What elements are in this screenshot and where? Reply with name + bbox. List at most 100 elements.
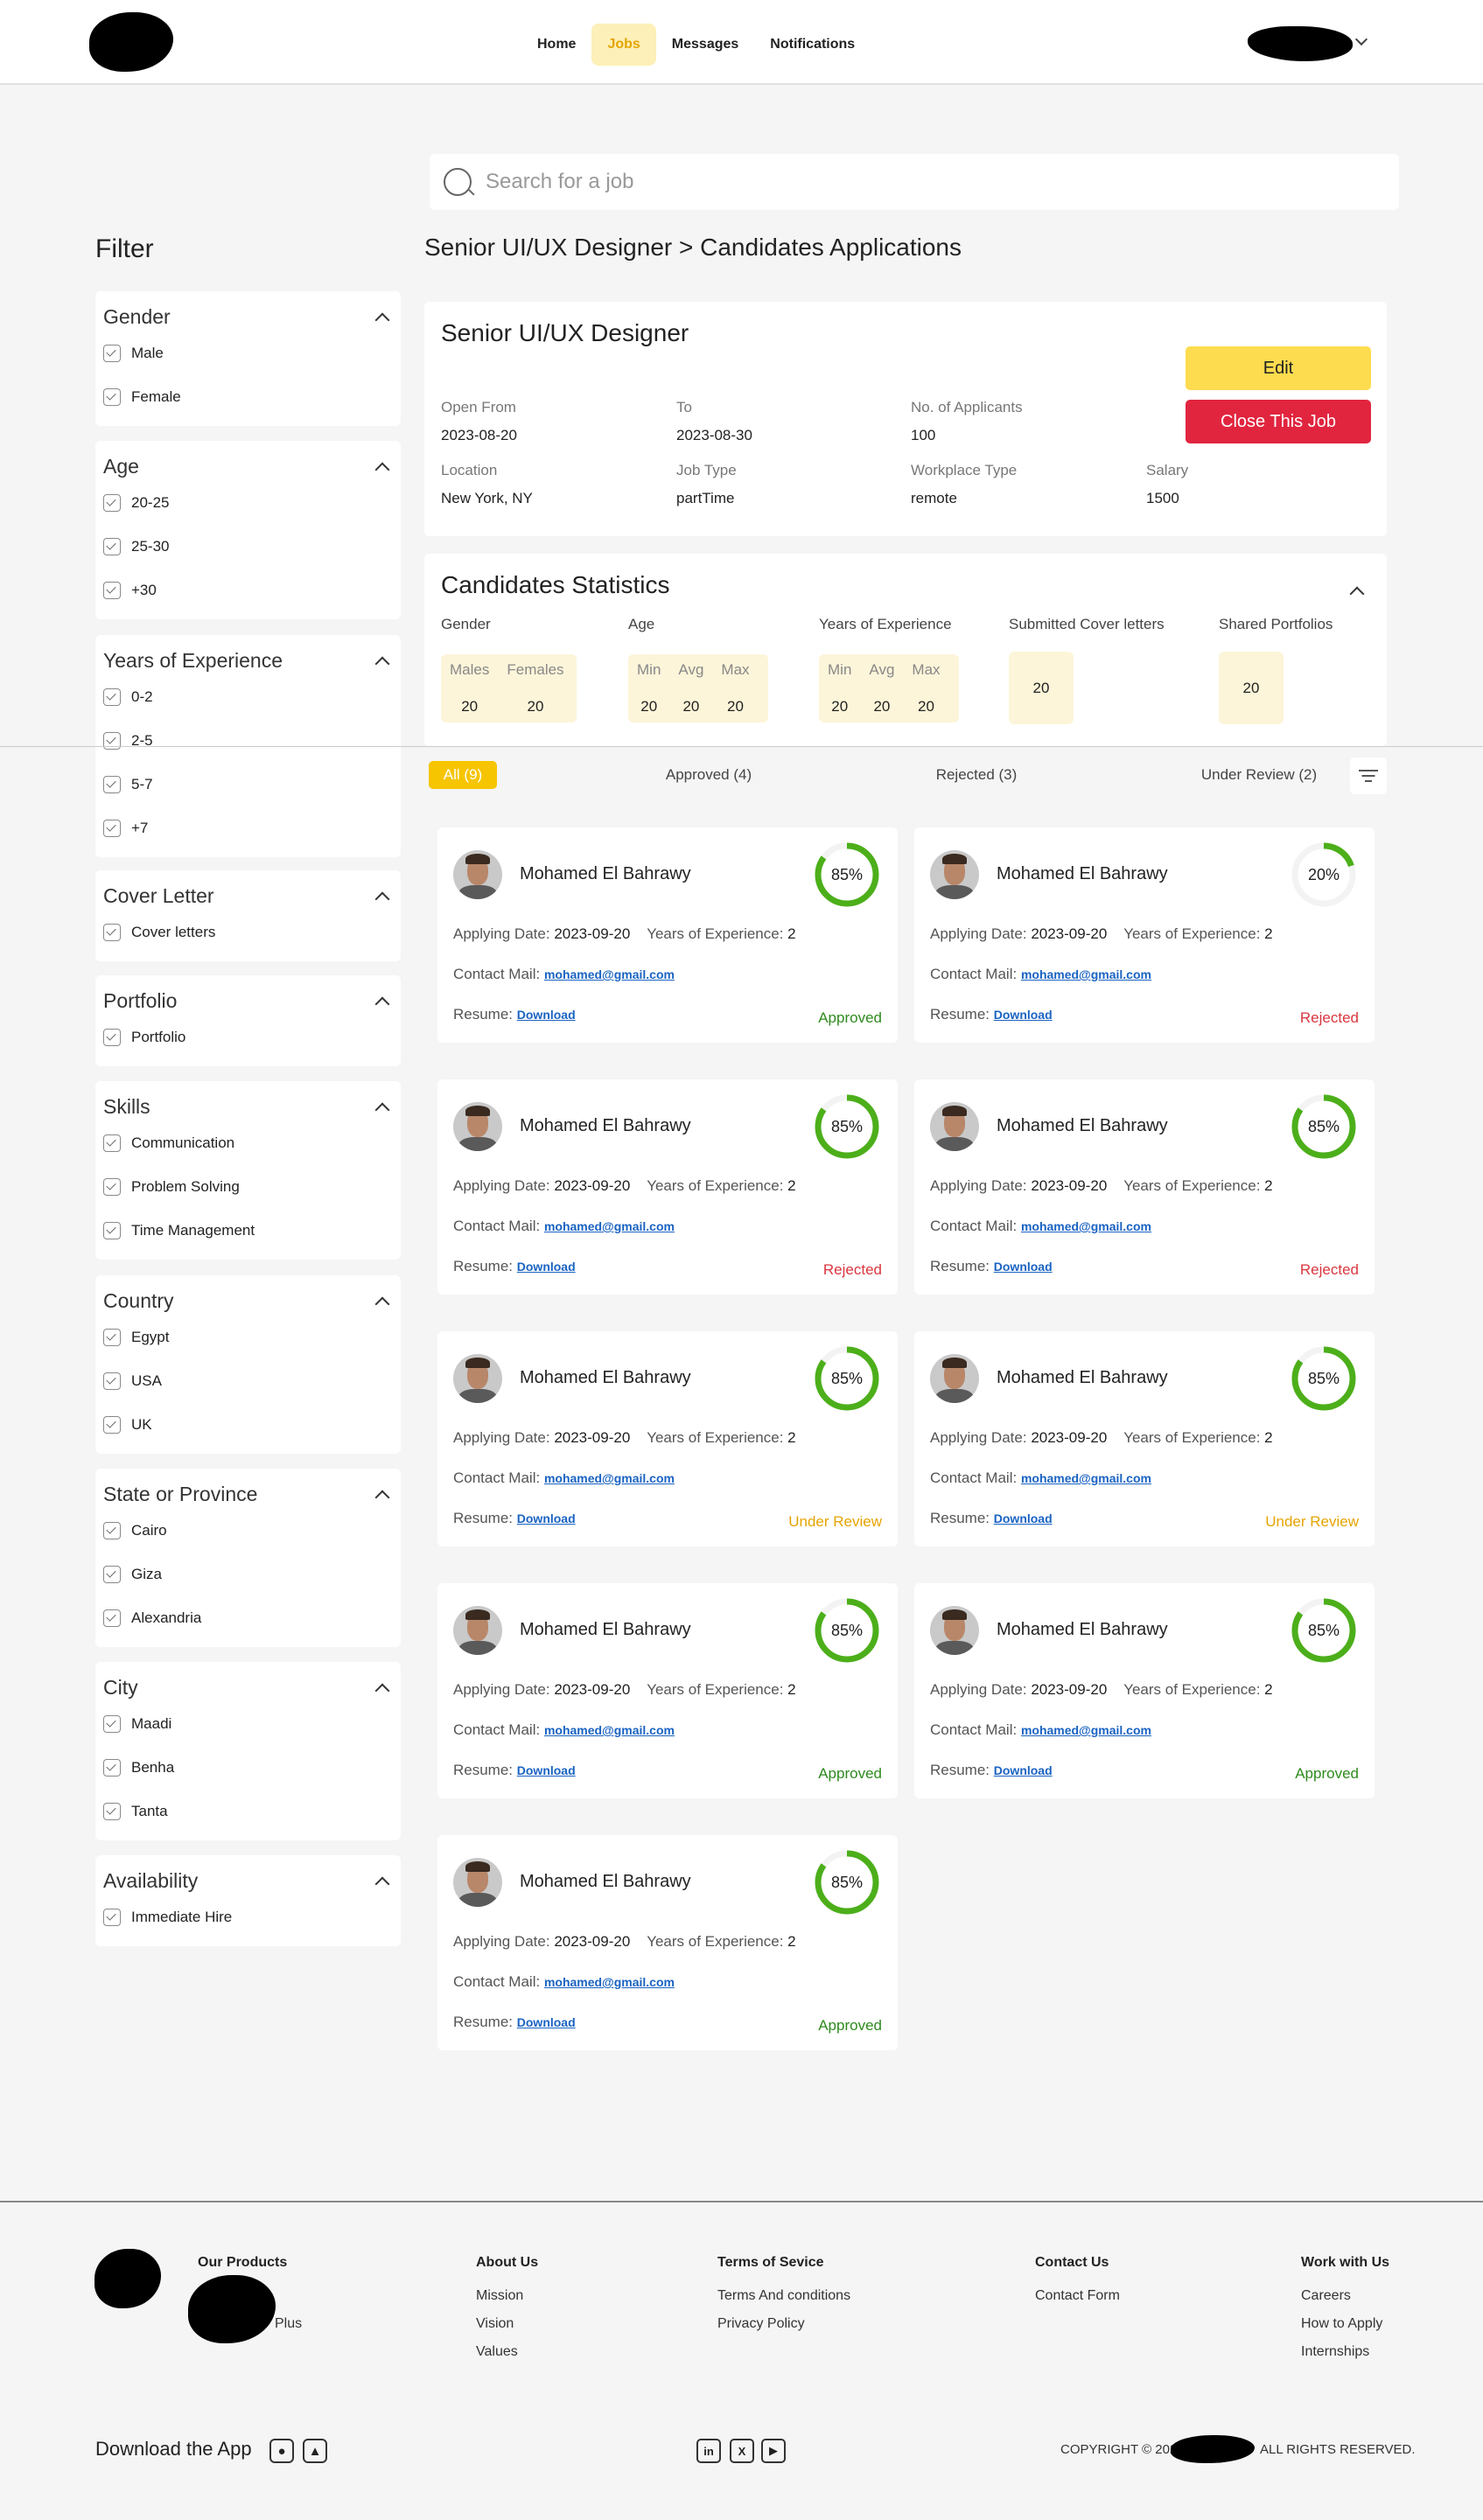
footer-link-values[interactable]: Values — [476, 2344, 518, 2360]
checkbox-icon[interactable] — [103, 494, 121, 512]
filter-option[interactable]: Cairo — [103, 1509, 393, 1553]
candidate-card[interactable]: Mohamed El Bahrawy 85% Applying Date: 2023… — [914, 1331, 1375, 1546]
sort-filter-button[interactable] — [1350, 757, 1387, 794]
chevron-up-icon[interactable] — [374, 1490, 390, 1505]
apple-store-icon[interactable]: ● — [269, 2439, 294, 2463]
filter-group-header[interactable]: Skills — [103, 1092, 393, 1121]
filter-group-header[interactable]: Gender — [103, 302, 393, 332]
checkbox-icon[interactable] — [103, 688, 121, 706]
filter-option[interactable]: Female — [103, 375, 393, 419]
filter-option[interactable]: Problem Solving — [103, 1165, 393, 1209]
filter-group-header[interactable]: Portfolio — [103, 986, 393, 1016]
contact-mail-link[interactable]: mohamed@gmail.com — [1021, 1219, 1151, 1233]
brand-logo[interactable] — [89, 12, 173, 72]
youtube-icon[interactable]: ▶ — [761, 2439, 786, 2463]
resume-download-link[interactable]: Download — [517, 1763, 576, 1777]
checkbox-icon[interactable] — [103, 388, 121, 406]
candidate-card[interactable]: Mohamed El Bahrawy 85% Applying Date: 2023… — [437, 827, 898, 1043]
x-twitter-icon[interactable]: X — [730, 2439, 754, 2463]
checkbox-icon[interactable] — [103, 776, 121, 793]
chevron-up-icon[interactable] — [374, 656, 390, 672]
resume-download-link[interactable]: Download — [517, 1260, 576, 1274]
filter-option[interactable]: Communication — [103, 1121, 393, 1165]
checkbox-icon[interactable] — [103, 924, 121, 941]
chevron-up-icon[interactable] — [374, 1296, 390, 1312]
candidate-card[interactable]: Mohamed El Bahrawy 85% Applying Date: 2023… — [437, 1079, 898, 1295]
footer-link-privacy[interactable]: Privacy Policy — [717, 2316, 805, 2332]
nav-notifications[interactable]: Notifications — [754, 24, 871, 66]
footer-link-mission[interactable]: Mission — [476, 2288, 523, 2304]
contact-mail-link[interactable]: mohamed@gmail.com — [544, 1723, 675, 1737]
contact-mail-link[interactable]: mohamed@gmail.com — [1021, 1723, 1151, 1737]
chevron-up-icon[interactable] — [374, 996, 390, 1012]
filter-option[interactable]: Benha — [103, 1746, 393, 1790]
checkbox-icon[interactable] — [103, 1609, 121, 1627]
chevron-up-icon[interactable] — [374, 891, 390, 907]
footer-link-how-to-apply[interactable]: How to Apply — [1301, 2316, 1382, 2332]
nav-home[interactable]: Home — [521, 24, 591, 66]
chevron-up-icon[interactable] — [374, 1876, 390, 1892]
contact-mail-link[interactable]: mohamed@gmail.com — [1021, 967, 1151, 981]
resume-download-link[interactable]: Download — [517, 1511, 576, 1525]
contact-mail-link[interactable]: mohamed@gmail.com — [544, 967, 675, 981]
product-logo[interactable] — [188, 2275, 276, 2343]
filter-option[interactable]: +30 — [103, 569, 393, 612]
filter-group-header[interactable]: Cover Letter — [103, 881, 393, 911]
filter-option[interactable]: UK — [103, 1403, 393, 1447]
filter-group-header[interactable]: Age — [103, 451, 393, 481]
linkedin-icon[interactable]: in — [696, 2439, 721, 2463]
checkbox-icon[interactable] — [103, 1715, 121, 1733]
contact-mail-link[interactable]: mohamed@gmail.com — [544, 1219, 675, 1233]
checkbox-icon[interactable] — [103, 1909, 121, 1926]
checkbox-icon[interactable] — [103, 732, 121, 750]
filter-option[interactable]: 20-25 — [103, 481, 393, 525]
chevron-down-icon[interactable] — [1354, 32, 1368, 46]
checkbox-icon[interactable] — [103, 1178, 121, 1196]
filter-option[interactable]: 5-7 — [103, 763, 393, 806]
filter-option[interactable]: Tanta — [103, 1790, 393, 1833]
checkbox-icon[interactable] — [103, 1372, 121, 1390]
nav-jobs[interactable]: Jobs — [591, 24, 656, 66]
tab-approved[interactable]: Approved (4) — [652, 761, 766, 789]
filter-option[interactable]: Maadi — [103, 1702, 393, 1746]
checkbox-icon[interactable] — [103, 345, 121, 362]
filter-option[interactable]: Male — [103, 332, 393, 375]
footer-link-contact-form[interactable]: Contact Form — [1035, 2288, 1120, 2304]
resume-download-link[interactable]: Download — [994, 1008, 1053, 1022]
footer-link-terms[interactable]: Terms And conditions — [717, 2288, 850, 2304]
filter-option[interactable]: Portfolio — [103, 1016, 393, 1059]
android-store-icon[interactable]: ▲ — [303, 2439, 327, 2463]
filter-group-header[interactable]: State or Province — [103, 1479, 393, 1509]
close-job-button[interactable]: Close This Job — [1186, 400, 1371, 443]
filter-group-header[interactable]: Years of Experience — [103, 646, 393, 675]
filter-option[interactable]: 25-30 — [103, 525, 393, 569]
chevron-up-icon[interactable] — [374, 1683, 390, 1699]
candidate-card[interactable]: Mohamed El Bahrawy 85% Applying Date: 2023… — [914, 1583, 1375, 1798]
candidate-card[interactable]: Mohamed El Bahrawy 20% Applying Date: 2023… — [914, 827, 1375, 1043]
footer-link-vision[interactable]: Vision — [476, 2316, 514, 2332]
filter-group-header[interactable]: City — [103, 1672, 393, 1702]
checkbox-icon[interactable] — [103, 1329, 121, 1346]
checkbox-icon[interactable] — [103, 1222, 121, 1239]
contact-mail-link[interactable]: mohamed@gmail.com — [544, 1975, 675, 1989]
checkbox-icon[interactable] — [103, 538, 121, 555]
search-input[interactable] — [486, 170, 1361, 194]
checkbox-icon[interactable] — [103, 1522, 121, 1539]
chevron-up-icon[interactable] — [374, 1102, 390, 1118]
checkbox-icon[interactable] — [103, 1029, 121, 1046]
tab-under-review[interactable]: Under Review (2) — [1193, 761, 1325, 789]
filter-option[interactable]: Giza — [103, 1553, 393, 1596]
chevron-up-icon[interactable] — [374, 462, 390, 478]
footer-brand-logo[interactable] — [94, 2249, 161, 2308]
filter-option[interactable]: Alexandria — [103, 1596, 393, 1640]
footer-product-plus[interactable]: Plus — [275, 2316, 302, 2332]
resume-download-link[interactable]: Download — [994, 1763, 1053, 1777]
filter-group-header[interactable]: Country — [103, 1286, 393, 1316]
filter-option[interactable]: Immediate Hire — [103, 1895, 393, 1939]
filter-option[interactable]: 0-2 — [103, 675, 393, 719]
chevron-up-icon[interactable] — [374, 312, 390, 328]
resume-download-link[interactable]: Download — [517, 2015, 576, 2029]
tab-rejected[interactable]: Rejected (3) — [924, 761, 1029, 789]
footer-link-internships[interactable]: Internships — [1301, 2344, 1369, 2360]
tab-all[interactable]: All (9) — [429, 761, 497, 789]
